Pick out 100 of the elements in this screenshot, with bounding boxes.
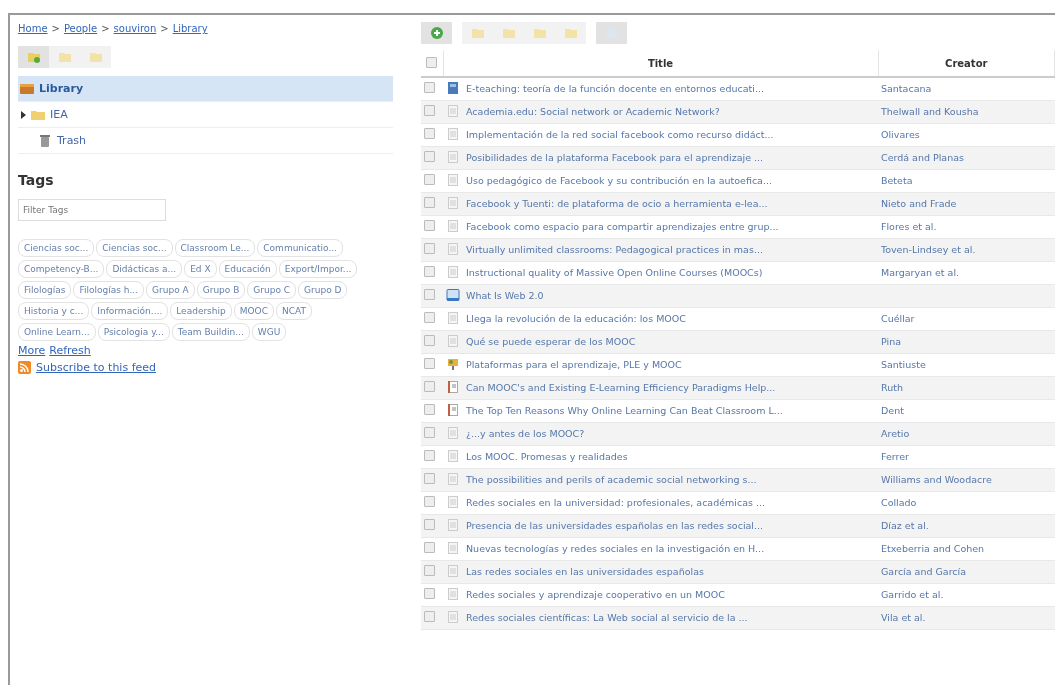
row-checkbox[interactable] — [424, 151, 435, 162]
title-cell[interactable]: Academia.edu: Social network or Academic Network? — [463, 100, 878, 123]
breadcrumb-link[interactable]: Home — [18, 23, 48, 34]
add-icon — [429, 26, 444, 40]
tags-link[interactable]: Refresh — [49, 344, 91, 357]
title-cell[interactable]: Virtually unlimited classrooms: Pedagogical practices in mas... — [463, 238, 878, 261]
tag[interactable]: Filologías — [18, 281, 72, 299]
tag[interactable]: Export/Impor... — [278, 260, 358, 278]
toolbar-button[interactable] — [596, 22, 627, 44]
add-item-button[interactable] — [421, 22, 452, 44]
document-icon — [446, 172, 460, 187]
title-cell[interactable]: Las redes sociales en las universidades españolas — [463, 560, 878, 583]
row-checkbox[interactable] — [424, 496, 435, 507]
tag[interactable]: Grupo B — [196, 281, 246, 299]
breadcrumb-separator: > — [160, 23, 169, 34]
tag[interactable]: Didácticas a... — [106, 260, 183, 278]
title-cell[interactable]: Presencia de las universidades españolas en las redes social... — [463, 514, 878, 537]
row-checkbox[interactable] — [424, 197, 435, 208]
collection-item[interactable]: IEA — [18, 102, 393, 128]
tag[interactable]: Ed X — [184, 260, 217, 278]
tag[interactable]: Ciencias soc... — [96, 239, 173, 257]
row-checkbox[interactable] — [424, 381, 435, 392]
row-checkbox[interactable] — [424, 473, 435, 484]
tag[interactable]: WGU — [251, 323, 287, 341]
tag[interactable]: Team Buildin... — [171, 323, 250, 341]
title-cell[interactable]: Instructional quality of Massive Open Online Courses (MOOCs) — [463, 261, 878, 284]
collection-item[interactable]: Trash — [18, 128, 393, 154]
tag[interactable]: Ciencias soc... — [18, 239, 95, 257]
row-checkbox[interactable] — [424, 542, 435, 553]
tag[interactable]: Online Learn... — [18, 323, 96, 341]
title-cell[interactable]: Redes sociales en la universidad: profesionales, académicas ... — [463, 491, 878, 514]
document-icon — [446, 425, 460, 440]
row-checkbox[interactable] — [424, 243, 435, 254]
row-checkbox[interactable] — [424, 335, 435, 346]
tag[interactable]: Grupo A — [146, 281, 195, 299]
tag[interactable]: Grupo D — [298, 281, 348, 299]
tag[interactable]: Educación — [218, 260, 277, 278]
document-icon — [446, 563, 460, 578]
title-cell[interactable]: Uso pedagógico de Facebook y su contribución en la autoefica... — [463, 169, 878, 192]
title-cell[interactable]: ¿...y antes de los MOOC? — [463, 422, 878, 445]
tag[interactable]: Filologías h... — [73, 281, 145, 299]
title-cell[interactable]: The possibilities and perils of academic social networking s... — [463, 468, 878, 491]
title-cell[interactable]: Los MOOC. Promesas y realidades — [463, 445, 878, 468]
tag[interactable]: MOOC — [233, 302, 274, 320]
title-cell[interactable]: Posibilidades de la plataforma Facebook para el aprendizaje ... — [463, 146, 878, 169]
title-cell[interactable]: Can MOOC's and Existing E-Learning Efficiency Paradigms Help... — [463, 376, 878, 399]
folder-add-icon — [26, 50, 41, 64]
title-cell[interactable]: E-teaching: teoría de la función docente en entornos educati... — [463, 77, 878, 100]
tag[interactable]: Grupo C — [247, 281, 297, 299]
row-checkbox[interactable] — [424, 611, 435, 622]
creator-cell: Toven-Lindsey et al. — [878, 238, 1055, 261]
collection-item[interactable]: Library — [18, 76, 393, 102]
title-cell[interactable]: Facebook y Tuenti: de plataforma de ocio a herramienta e-lea... — [463, 192, 878, 215]
tag[interactable]: Psicologia y... — [97, 323, 170, 341]
select-all-checkbox[interactable] — [426, 56, 438, 68]
row-checkbox[interactable] — [424, 312, 435, 323]
tag[interactable]: Communicatio... — [257, 239, 343, 257]
row-checkbox[interactable] — [424, 82, 435, 94]
row-checkbox[interactable] — [424, 404, 435, 415]
row-checkbox[interactable] — [424, 588, 435, 599]
row-checkbox[interactable] — [424, 174, 435, 185]
row-checkbox[interactable] — [424, 565, 435, 576]
row-checkbox[interactable] — [424, 105, 435, 116]
expand-arrow-icon[interactable] — [21, 110, 26, 119]
report-icon — [446, 402, 460, 417]
title-cell[interactable]: Nuevas tecnologías y redes sociales en la investigación en H... — [463, 537, 878, 560]
new-collection-button[interactable] — [18, 46, 49, 68]
creator-cell: Díaz et al. — [878, 514, 1055, 537]
creator-cell: Aretio — [878, 422, 1055, 445]
filter-tags-field[interactable]: Filter Tags — [18, 199, 166, 221]
tag[interactable]: Leadership — [170, 302, 232, 320]
title-cell[interactable]: Implementación de la red social facebook como recurso didáct... — [463, 123, 878, 146]
title-cell[interactable]: Qué se puede esperar de los MOOC — [463, 330, 878, 353]
row-checkbox[interactable] — [424, 519, 435, 530]
breadcrumb-link[interactable]: souviron — [113, 23, 157, 34]
folder-icon — [88, 50, 103, 64]
tag[interactable]: Competency-B... — [18, 260, 105, 278]
title-cell[interactable]: Facebook como espacio para compartir aprendizajes entre grup... — [463, 215, 878, 238]
breadcrumb-link[interactable]: People — [63, 23, 98, 34]
tags-link[interactable]: More — [18, 344, 46, 357]
subscribe-feed-link[interactable]: Subscribe to this feed — [36, 361, 157, 374]
title-cell[interactable]: Plataformas para el aprendizaje, PLE y MOOC — [463, 353, 878, 376]
row-checkbox[interactable] — [424, 220, 435, 231]
title-cell[interactable]: Redes sociales y aprendizaje cooperativo en un MOOC — [463, 583, 878, 606]
row-checkbox[interactable] — [424, 358, 435, 369]
tag[interactable]: Información.... — [91, 302, 169, 320]
breadcrumb-link[interactable]: Library — [172, 23, 208, 34]
tag[interactable]: NCAT — [275, 302, 312, 320]
row-checkbox[interactable] — [424, 266, 435, 277]
title-cell[interactable]: The Top Ten Reasons Why Online Learning Can Beat Classroom L... — [463, 399, 878, 422]
title-cell[interactable]: Llega la revolución de la educación: los MOOC — [463, 307, 878, 330]
row-checkbox[interactable] — [424, 128, 435, 139]
tag[interactable]: Classroom Le... — [174, 239, 256, 257]
row-checkbox[interactable] — [424, 450, 435, 461]
row-checkbox[interactable] — [424, 289, 435, 300]
row-checkbox[interactable] — [424, 427, 435, 438]
document-icon — [446, 333, 460, 348]
title-cell[interactable]: Redes sociales científicas: La Web social al servicio de la ... — [463, 606, 878, 629]
creator-cell: Ruth — [878, 376, 1055, 399]
tag[interactable]: Historia y c... — [18, 302, 90, 320]
